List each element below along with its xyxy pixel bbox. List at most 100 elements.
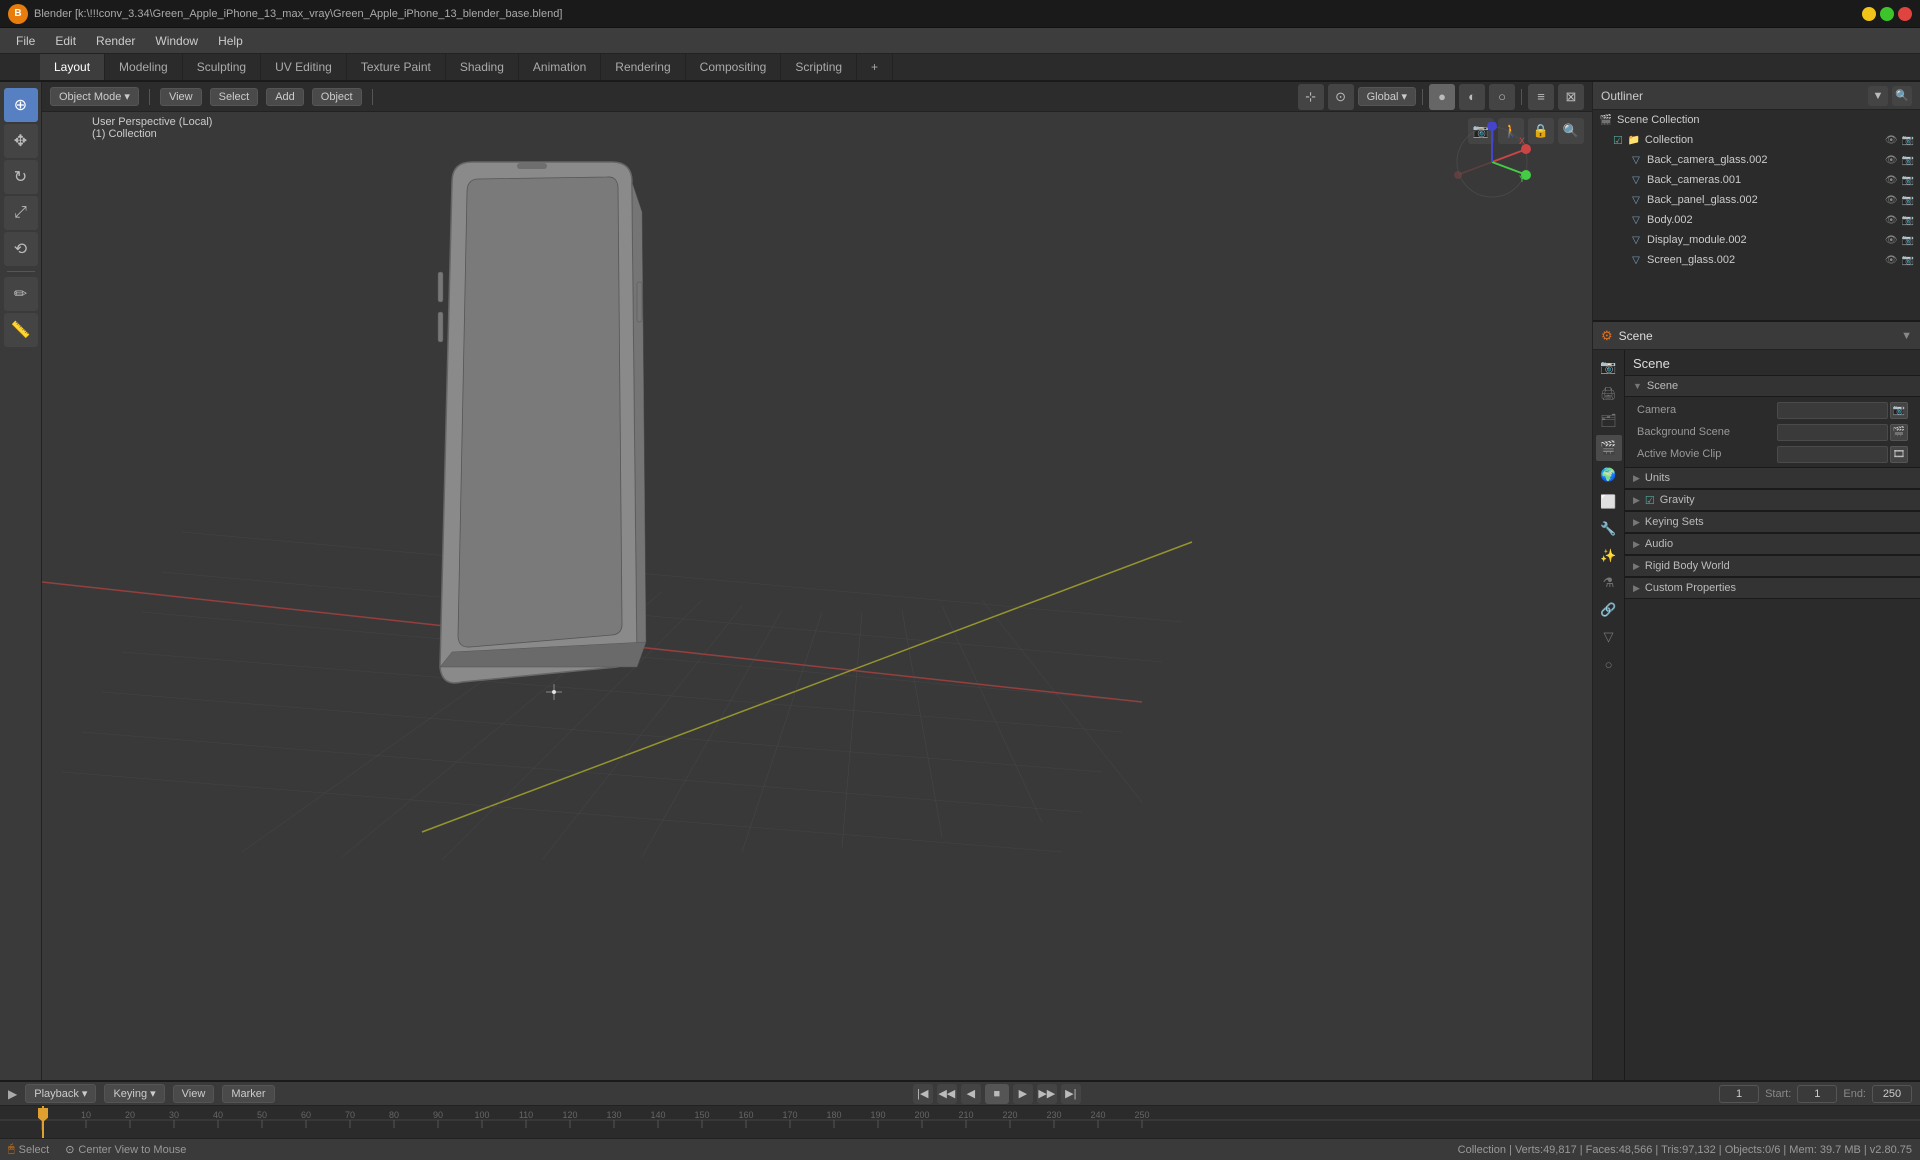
- section-custom-props-header[interactable]: ▶ Custom Properties: [1625, 577, 1920, 599]
- vp-shading-material[interactable]: ◐: [1459, 84, 1485, 110]
- mesh1-render-icon[interactable]: 📷: [1902, 175, 1914, 186]
- section-rigid-body-header[interactable]: ▶ Rigid Body World: [1625, 555, 1920, 577]
- tab-modeling[interactable]: Modeling: [105, 54, 183, 80]
- prop-icon-object[interactable]: ⬜: [1596, 489, 1622, 515]
- prop-icon-view-layer[interactable]: 🗂: [1596, 408, 1622, 434]
- navigation-gizmo[interactable]: X Y Z: [1452, 122, 1532, 202]
- vp-shading-solid[interactable]: ●: [1429, 84, 1455, 110]
- mesh5-vis-icon[interactable]: 👁: [1885, 255, 1898, 266]
- active-movie-clip-browse-icon[interactable]: 🎞: [1890, 446, 1908, 463]
- play-back-button[interactable]: ◀: [961, 1084, 981, 1104]
- vp-overlay-toggle[interactable]: ≡: [1528, 84, 1554, 110]
- tool-cursor[interactable]: ⊕: [4, 88, 38, 122]
- vp-shading-rendered[interactable]: ○: [1489, 84, 1515, 110]
- prop-icon-output[interactable]: 🖨: [1596, 381, 1622, 407]
- mesh3-vis-icon[interactable]: 👁: [1885, 215, 1898, 226]
- outliner-item-5[interactable]: ▽ Screen_glass.002 👁 📷: [1593, 250, 1920, 270]
- prop-icon-world[interactable]: 🌍: [1596, 462, 1622, 488]
- minimize-button[interactable]: [1862, 7, 1876, 21]
- outliner-item-2[interactable]: ▽ Back_panel_glass.002 👁 📷: [1593, 190, 1920, 210]
- prop-icon-data[interactable]: ▽: [1596, 624, 1622, 650]
- vp-search-icon[interactable]: 🔍: [1558, 118, 1584, 144]
- mesh4-render-icon[interactable]: 📷: [1902, 235, 1914, 246]
- collection-render-icon[interactable]: 📷: [1902, 135, 1914, 146]
- tab-texture-paint[interactable]: Texture Paint: [347, 54, 446, 80]
- current-frame-input[interactable]: 1: [1719, 1085, 1759, 1103]
- tab-sculpting[interactable]: Sculpting: [183, 54, 261, 80]
- outliner-item-3[interactable]: ▽ Body.002 👁 📷: [1593, 210, 1920, 230]
- section-units-header[interactable]: ▶ Units: [1625, 467, 1920, 489]
- mesh2-vis-icon[interactable]: 👁: [1885, 195, 1898, 206]
- jump-start-button[interactable]: |◀: [913, 1084, 933, 1104]
- prop-icon-scene[interactable]: 🎬: [1596, 435, 1622, 461]
- viewport-3d[interactable]: Object Mode View Select Add Object ⊹ ⊙ G…: [42, 82, 1592, 1080]
- mesh3-render-icon[interactable]: 📷: [1902, 215, 1914, 226]
- tool-transform[interactable]: ⟲: [4, 232, 38, 266]
- timeline-view-menu[interactable]: View: [173, 1085, 215, 1103]
- vp-add-menu[interactable]: Add: [266, 88, 304, 106]
- outliner-search-icon[interactable]: 🔍: [1892, 86, 1912, 106]
- vp-object-menu[interactable]: Object: [312, 88, 362, 106]
- mesh5-render-icon[interactable]: 📷: [1902, 255, 1914, 266]
- tool-rotate[interactable]: ↻: [4, 160, 38, 194]
- tool-annotate[interactable]: ✏: [4, 277, 38, 311]
- outliner-scene-collection[interactable]: 🎬 Scene Collection: [1593, 110, 1920, 130]
- jump-end-button[interactable]: ▶|: [1061, 1084, 1081, 1104]
- vp-xray-toggle[interactable]: ⊠: [1558, 84, 1584, 110]
- background-scene-browse-icon[interactable]: 🎬: [1890, 424, 1908, 441]
- tab-layout[interactable]: Layout: [40, 54, 105, 80]
- collection-visibility-icon[interactable]: 👁: [1885, 135, 1898, 146]
- prop-icon-material[interactable]: ○: [1596, 651, 1622, 677]
- prop-icon-physics[interactable]: ⚗: [1596, 570, 1622, 596]
- maximize-button[interactable]: [1880, 7, 1894, 21]
- camera-browse-icon[interactable]: 📷: [1890, 402, 1908, 419]
- menu-render[interactable]: Render: [88, 32, 143, 50]
- start-frame-input[interactable]: 1: [1797, 1085, 1837, 1103]
- properties-filter[interactable]: ▼: [1901, 330, 1912, 342]
- active-movie-clip-value[interactable]: [1777, 446, 1888, 463]
- tab-animation[interactable]: Animation: [519, 54, 601, 80]
- menu-edit[interactable]: Edit: [47, 32, 84, 50]
- tab-shading[interactable]: Shading: [446, 54, 519, 80]
- prop-icon-modifiers[interactable]: 🔧: [1596, 516, 1622, 542]
- mesh2-render-icon[interactable]: 📷: [1902, 195, 1914, 206]
- outliner-item-1[interactable]: ▽ Back_cameras.001 👁 📷: [1593, 170, 1920, 190]
- vp-view-menu[interactable]: View: [160, 88, 202, 106]
- tab-uv-editing[interactable]: UV Editing: [261, 54, 347, 80]
- transform-orientation[interactable]: Global: [1358, 87, 1416, 106]
- vp-proportional-toggle[interactable]: ⊙: [1328, 84, 1354, 110]
- play-forward-button[interactable]: ▶: [1013, 1084, 1033, 1104]
- outliner-item-4[interactable]: ▽ Display_module.002 👁 📷: [1593, 230, 1920, 250]
- timeline-ruler-area[interactable]: 1 10 20 30 40 50 60 70 80 90 100 110 120: [0, 1106, 1920, 1138]
- tab-rendering[interactable]: Rendering: [601, 54, 685, 80]
- outliner-filter-icon[interactable]: ▼: [1868, 86, 1888, 106]
- mesh0-vis-icon[interactable]: 👁: [1885, 155, 1898, 166]
- tool-measure[interactable]: 📏: [4, 313, 38, 347]
- close-button[interactable]: [1898, 7, 1912, 21]
- section-gravity-header[interactable]: ▶ ☑ Gravity: [1625, 489, 1920, 511]
- outliner-collection[interactable]: ☑ 📁 Collection 👁 📷: [1593, 130, 1920, 150]
- section-audio-header[interactable]: ▶ Audio: [1625, 533, 1920, 555]
- menu-file[interactable]: File: [8, 32, 43, 50]
- camera-value[interactable]: [1777, 402, 1888, 419]
- tool-move[interactable]: ✥: [4, 124, 38, 158]
- step-forward-button[interactable]: ▶▶: [1037, 1084, 1057, 1104]
- playback-menu[interactable]: Playback: [25, 1084, 96, 1103]
- mesh0-render-icon[interactable]: 📷: [1902, 155, 1914, 166]
- vp-select-menu[interactable]: Select: [210, 88, 259, 106]
- prop-icon-render[interactable]: 📷: [1596, 354, 1622, 380]
- timeline-marker-menu[interactable]: Marker: [222, 1085, 274, 1103]
- outliner-item-0[interactable]: ▽ Back_camera_glass.002 👁 📷: [1593, 150, 1920, 170]
- mesh4-vis-icon[interactable]: 👁: [1885, 235, 1898, 246]
- prop-icon-constraints[interactable]: 🔗: [1596, 597, 1622, 623]
- step-back-button[interactable]: ◀◀: [937, 1084, 957, 1104]
- section-scene-header[interactable]: ▼ Scene: [1625, 375, 1920, 397]
- tab-scripting[interactable]: Scripting: [781, 54, 857, 80]
- object-mode-selector[interactable]: Object Mode: [50, 87, 139, 106]
- end-frame-input[interactable]: 250: [1872, 1085, 1912, 1103]
- tab-compositing[interactable]: Compositing: [686, 54, 782, 80]
- menu-window[interactable]: Window: [147, 32, 206, 50]
- background-scene-value[interactable]: [1777, 424, 1888, 441]
- keying-menu[interactable]: Keying: [104, 1084, 164, 1103]
- tab-add[interactable]: +: [857, 54, 893, 80]
